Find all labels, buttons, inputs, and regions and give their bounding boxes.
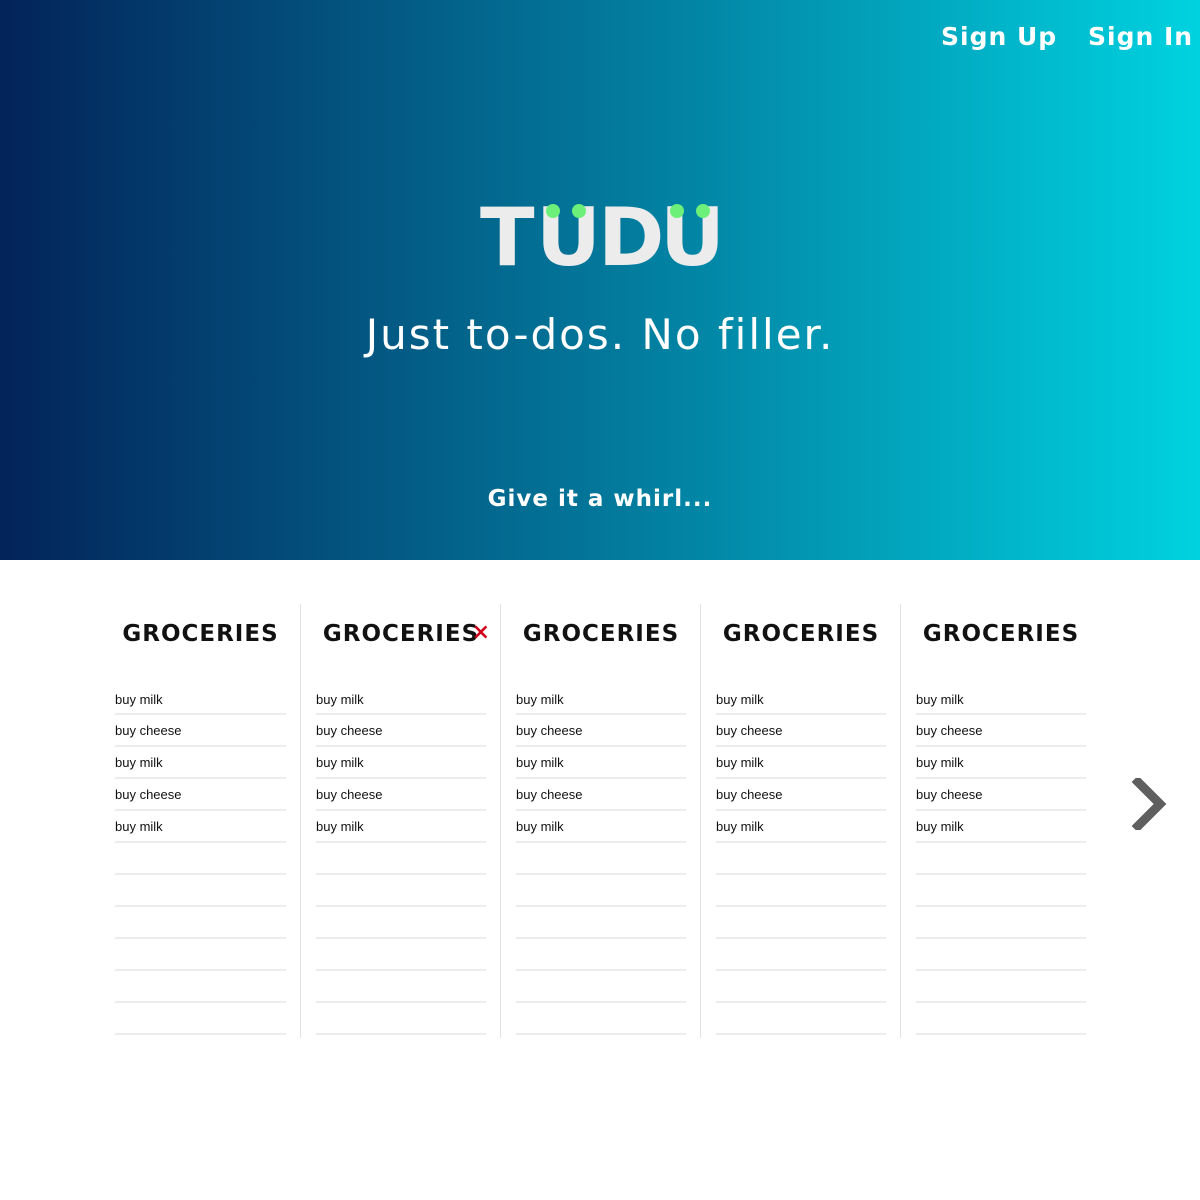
list-item[interactable]: buy cheese (115, 715, 286, 747)
list-header: GROCERIES (516, 604, 686, 664)
list-item[interactable] (316, 907, 486, 939)
list-item[interactable] (716, 875, 886, 907)
list-item[interactable] (916, 907, 1086, 939)
list-item[interactable]: buy cheese (516, 715, 686, 747)
list-item[interactable]: buy milk (516, 684, 686, 715)
logo-letter-d: D (598, 191, 665, 284)
list-item[interactable] (516, 907, 686, 939)
list-item[interactable] (316, 971, 486, 1003)
todo-list: GROCERIES × buy milk buy cheese buy milk buy … (300, 604, 500, 1038)
list-item[interactable]: buy milk (316, 684, 486, 715)
list-item[interactable] (115, 971, 286, 1003)
list-item[interactable] (115, 1003, 286, 1035)
list-items: buy milk buy cheese buy milk buy cheese buy … (115, 684, 286, 1035)
sign-in-link[interactable]: Sign In (1088, 22, 1193, 51)
list-items: buy milk buy cheese buy milk buy cheese buy … (716, 684, 886, 1035)
list-item[interactable] (516, 875, 686, 907)
list-items: buy milk buy cheese buy milk buy cheese buy … (916, 684, 1086, 1035)
logo-letter-t: T (480, 191, 535, 284)
list-item[interactable]: buy milk (316, 747, 486, 779)
list-item[interactable]: buy milk (115, 684, 286, 715)
list-item[interactable]: buy cheese (316, 715, 486, 747)
list-item[interactable] (716, 843, 886, 875)
list-item[interactable] (316, 875, 486, 907)
logo-dot (670, 204, 684, 218)
list-item[interactable]: buy cheese (716, 715, 886, 747)
list-item[interactable]: buy cheese (516, 779, 686, 811)
list-item[interactable] (716, 939, 886, 971)
list-item[interactable] (115, 875, 286, 907)
list-header: GROCERIES (716, 604, 886, 664)
logo-letter-u-umlaut: U (660, 191, 725, 284)
list-title[interactable]: GROCERIES (122, 621, 278, 647)
list-item[interactable] (916, 1003, 1086, 1035)
list-item[interactable] (316, 843, 486, 875)
list-item[interactable]: buy milk (916, 684, 1086, 715)
hero-banner: Sign Up Sign In T U D U Just to-dos. No … (0, 0, 1200, 560)
todo-list: GROCERIES buy milk buy cheese buy milk buy c… (500, 604, 700, 1038)
list-header: GROCERIES (916, 604, 1086, 664)
next-arrow-button[interactable] (1130, 775, 1170, 833)
list-item[interactable]: buy milk (716, 811, 886, 843)
todo-lists-carousel: GROCERIES buy milk buy cheese buy milk buy c… (100, 604, 1100, 1038)
list-title[interactable]: GROCERIES (723, 621, 879, 647)
list-item[interactable] (516, 1003, 686, 1035)
tagline: Just to-dos. No filler. (365, 310, 835, 359)
chevron-right-icon (1131, 775, 1167, 833)
list-item[interactable] (115, 843, 286, 875)
list-item[interactable] (115, 907, 286, 939)
list-title[interactable]: GROCERIES (323, 621, 479, 647)
list-item[interactable]: buy cheese (316, 779, 486, 811)
list-item[interactable] (516, 843, 686, 875)
list-item[interactable] (916, 843, 1086, 875)
list-item[interactable]: buy milk (516, 811, 686, 843)
list-item[interactable]: buy cheese (916, 779, 1086, 811)
list-header: GROCERIES × (316, 604, 490, 664)
todo-list: GROCERIES buy milk buy cheese buy milk buy c… (900, 604, 1100, 1038)
list-item[interactable] (716, 907, 886, 939)
list-item[interactable] (115, 939, 286, 971)
todo-list: GROCERIES buy milk buy cheese buy milk buy c… (700, 604, 900, 1038)
give-it-a-whirl-text: Give it a whirl... (487, 486, 713, 512)
list-item[interactable] (916, 875, 1086, 907)
sign-up-link[interactable]: Sign Up (941, 22, 1057, 51)
list-item[interactable] (516, 939, 686, 971)
list-items: buy milk buy cheese buy milk buy cheese buy … (316, 684, 486, 1035)
list-item[interactable]: buy milk (716, 747, 886, 779)
logo-letter-u-umlaut: U (536, 191, 601, 284)
list-title[interactable]: GROCERIES (923, 621, 1079, 647)
list-header: GROCERIES (115, 604, 286, 664)
list-item[interactable] (916, 939, 1086, 971)
list-item[interactable] (916, 971, 1086, 1003)
list-item[interactable]: buy milk (916, 747, 1086, 779)
list-item[interactable]: buy milk (716, 684, 886, 715)
list-item[interactable] (716, 1003, 886, 1035)
list-item[interactable] (516, 971, 686, 1003)
todo-list: GROCERIES buy milk buy cheese buy milk buy c… (100, 604, 300, 1038)
list-items: buy milk buy cheese buy milk buy cheese buy … (516, 684, 686, 1035)
list-item[interactable]: buy cheese (115, 779, 286, 811)
list-title[interactable]: GROCERIES (523, 621, 679, 647)
list-item[interactable]: buy milk (115, 811, 286, 843)
list-item[interactable]: buy cheese (916, 715, 1086, 747)
list-item[interactable]: buy milk (916, 811, 1086, 843)
list-item[interactable]: buy milk (115, 747, 286, 779)
list-item[interactable] (316, 939, 486, 971)
list-item[interactable]: buy milk (316, 811, 486, 843)
list-item[interactable]: buy cheese (716, 779, 886, 811)
logo-dot (696, 204, 710, 218)
logo-dot (546, 204, 560, 218)
list-item[interactable]: buy milk (516, 747, 686, 779)
list-item[interactable] (716, 971, 886, 1003)
delete-list-icon[interactable]: × (472, 622, 490, 644)
list-item[interactable] (316, 1003, 486, 1035)
logo-dot (572, 204, 586, 218)
tudu-logo: T U D U (0, 198, 1200, 278)
